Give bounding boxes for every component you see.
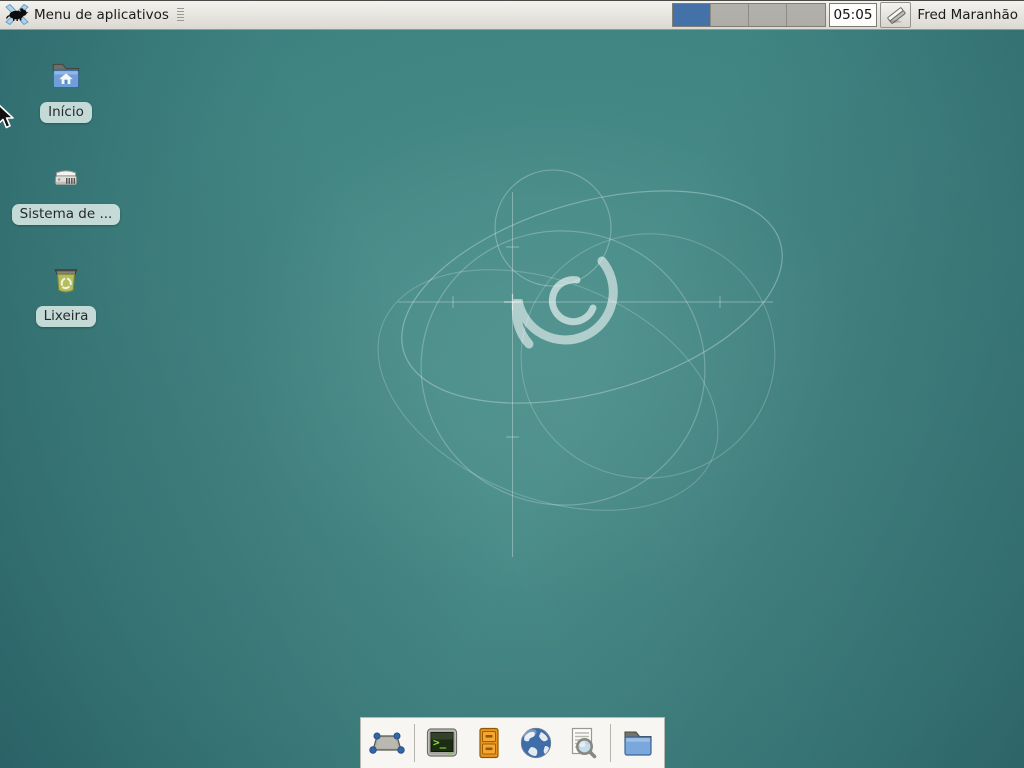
panel-grip-handle-icon[interactable]	[177, 8, 185, 23]
show-desktop-icon	[368, 724, 406, 762]
logged-in-user-name[interactable]: Fred Maranhão	[917, 7, 1018, 23]
desktop-icon-label: Início	[40, 102, 92, 123]
file-cabinet-launcher-button[interactable]	[469, 723, 509, 763]
trash-icon	[48, 262, 84, 298]
workspace-4[interactable]	[787, 4, 825, 26]
dock-separator	[610, 724, 611, 762]
file-cabinet-icon	[470, 724, 508, 762]
session-action-button[interactable]	[880, 2, 911, 28]
workspace-2[interactable]	[711, 4, 749, 26]
application-finder-launcher-button[interactable]	[563, 723, 603, 763]
desktop-background[interactable]: Início Sistema de ...	[0, 30, 1024, 768]
applications-menu-button[interactable]: Menu de aplicativos	[0, 1, 191, 29]
web-browser-globe-icon	[517, 724, 555, 762]
desktop-icon-filesystem[interactable]: Sistema de ...	[18, 160, 114, 225]
workspace-1[interactable]	[673, 4, 711, 26]
home-folder-icon	[48, 58, 84, 94]
filesystem-drive-icon	[48, 160, 84, 196]
desktop-icon-home[interactable]: Início	[18, 58, 114, 123]
xfce-mouse-logo-icon	[5, 4, 30, 26]
web-browser-launcher-button[interactable]	[516, 723, 556, 763]
workspace-switcher[interactable]	[672, 3, 826, 27]
workspace-3[interactable]	[749, 4, 787, 26]
dock-separator	[414, 724, 415, 762]
file-manager-launcher-button[interactable]	[618, 723, 658, 763]
launcher-dock: >_	[360, 717, 665, 768]
debian-lines-wallpaper-art	[0, 0, 1024, 768]
top-panel: Menu de aplicativos 05:05 Fred Maranhão	[0, 0, 1024, 30]
terminal-icon: >_	[423, 724, 461, 762]
desktop-icon-trash[interactable]: Lixeira	[18, 262, 114, 327]
application-finder-icon	[564, 724, 602, 762]
folder-icon	[619, 724, 657, 762]
svg-text:>_: >_	[433, 736, 447, 749]
debian-xfce-desktop: Início Sistema de ...	[0, 0, 1024, 768]
desktop-icon-label: Sistema de ...	[12, 204, 121, 225]
applications-menu-label: Menu de aplicativos	[34, 7, 169, 23]
panel-clock[interactable]: 05:05	[829, 3, 878, 27]
show-desktop-button[interactable]	[367, 723, 407, 763]
desktop-icon-label: Lixeira	[36, 306, 97, 327]
terminal-launcher-button[interactable]: >_	[422, 723, 462, 763]
eraser-icon	[885, 5, 907, 25]
